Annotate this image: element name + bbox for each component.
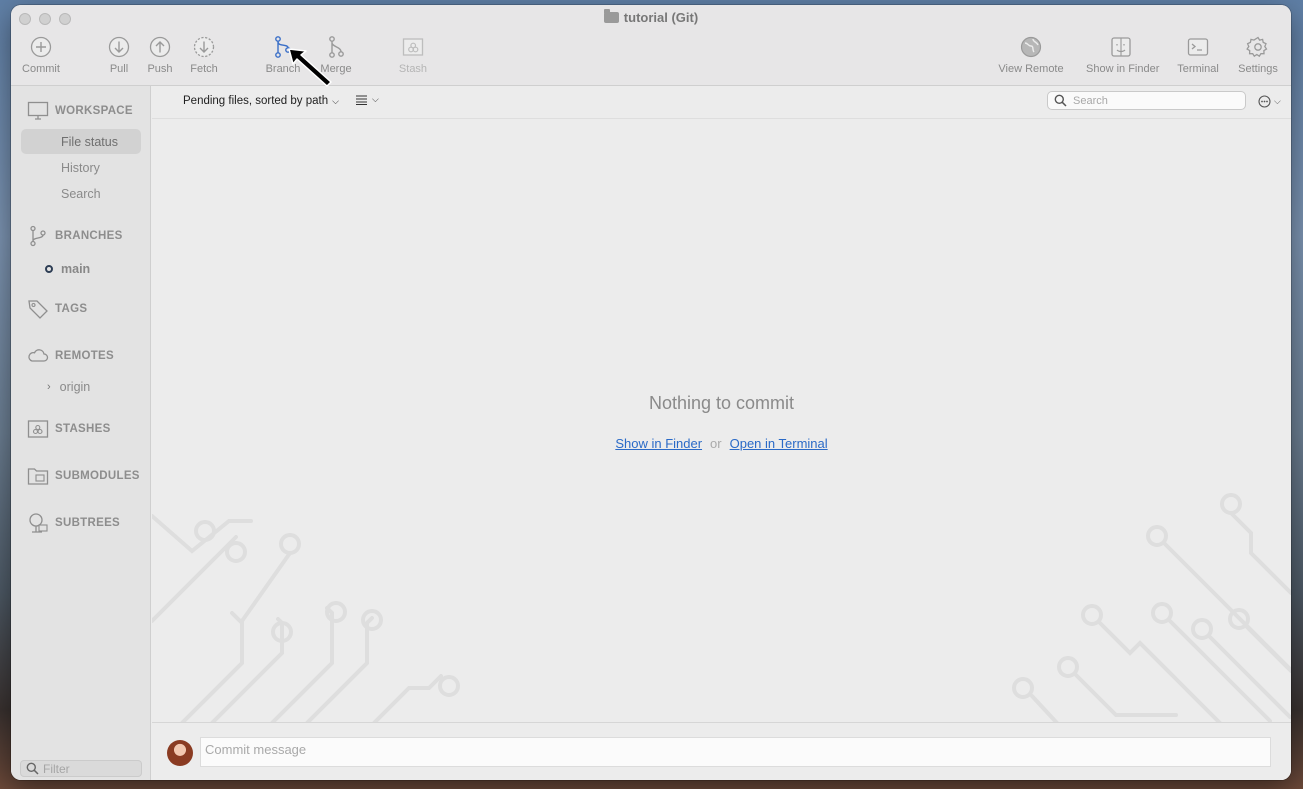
file-status-panel: Pending files, sorted by path ⌵ ⌵ Search… (152, 86, 1291, 780)
sidebar-section-workspace[interactable]: WORKSPACE (27, 100, 133, 122)
commit-message-input[interactable] (201, 738, 1270, 766)
avatar (167, 740, 193, 766)
chevron-down-icon: ⌵ (1274, 96, 1281, 106)
sidebar-item-remote-origin[interactable]: › origin (47, 380, 90, 394)
sidebar-filter-input[interactable] (43, 761, 138, 776)
sidebar-item-search[interactable]: Search (21, 181, 141, 206)
sidebar: WORKSPACE File status History Search BRA… (11, 86, 151, 780)
sidebar-section-tags[interactable]: TAGS (27, 298, 87, 320)
chevron-down-icon: ⌵ (372, 94, 379, 104)
file-list-toolbar: Pending files, sorted by path ⌵ ⌵ Search… (152, 86, 1291, 119)
submodule-folder-icon (27, 468, 49, 485)
dashed-arrow-down-circle-icon (193, 36, 215, 58)
list-icon (356, 94, 367, 105)
gear-icon (1246, 36, 1268, 58)
monitor-icon (27, 101, 49, 120)
ellipsis-circle-icon (1258, 95, 1271, 108)
app-window: tutorial (Git) Commit Pull Push Fetch Br… (11, 5, 1291, 780)
fetch-button[interactable]: Fetch (169, 35, 239, 75)
current-branch-indicator (45, 265, 53, 273)
stash-icon (27, 420, 49, 438)
chevron-right-icon[interactable]: › (47, 381, 51, 393)
chevron-down-icon: ⌵ (332, 95, 339, 106)
settings-button[interactable]: Settings (1223, 35, 1291, 75)
file-search-input[interactable] (1073, 94, 1233, 107)
sidebar-section-branches[interactable]: BRANCHES (27, 225, 123, 247)
tree-icon (29, 513, 48, 533)
toolbar: tutorial (Git) Commit Pull Push Fetch Br… (11, 5, 1291, 86)
window-title: tutorial (Git) (11, 9, 1291, 25)
sidebar-section-submodules[interactable]: SUBMODULES (27, 465, 140, 487)
view-mode-dropdown[interactable]: ⌵ (356, 94, 379, 105)
sidebar-item-history[interactable]: History (21, 155, 141, 180)
tag-icon (28, 300, 48, 319)
stash-icon (402, 38, 424, 56)
search-icon (1054, 94, 1067, 107)
branch-icon (30, 225, 46, 247)
plus-circle-icon (30, 36, 52, 58)
commit-message-field[interactable] (200, 737, 1271, 767)
finder-icon (1111, 37, 1131, 57)
empty-state-title: Nothing to commit (648, 393, 795, 413)
mouse-pointer-icon (288, 48, 332, 87)
sidebar-section-subtrees[interactable]: SUBTREES (27, 512, 120, 534)
folder-icon (603, 9, 619, 23)
commit-button[interactable]: Commit (11, 35, 76, 75)
sidebar-item-file-status[interactable]: File status (21, 129, 141, 154)
sort-dropdown[interactable]: Pending files, sorted by path ⌵ (183, 95, 339, 107)
sidebar-item-branch-main[interactable]: main (45, 262, 90, 276)
commit-bar (152, 722, 1291, 780)
open-in-terminal-link[interactable]: Open in Terminal (730, 436, 828, 451)
search-icon (26, 762, 39, 775)
sidebar-section-stashes[interactable]: STASHES (27, 418, 111, 440)
sidebar-section-remotes[interactable]: REMOTES (27, 345, 114, 367)
decorative-background-graphic (152, 493, 1291, 723)
terminal-icon (1187, 38, 1209, 56)
more-options-button[interactable]: ⌵ (1258, 95, 1281, 108)
sidebar-filter-field[interactable] (20, 760, 142, 777)
file-search-field[interactable] (1047, 91, 1246, 110)
show-in-finder-button[interactable]: Show in Finder (1086, 35, 1159, 75)
cloud-icon (28, 349, 49, 362)
globe-icon (1020, 36, 1042, 58)
empty-state-actions: Show in Finder or Open in Terminal (615, 436, 828, 451)
stash-button[interactable]: Stash (378, 35, 448, 75)
view-remote-button[interactable]: View Remote (996, 35, 1066, 75)
show-in-finder-link[interactable]: Show in Finder (615, 436, 702, 451)
